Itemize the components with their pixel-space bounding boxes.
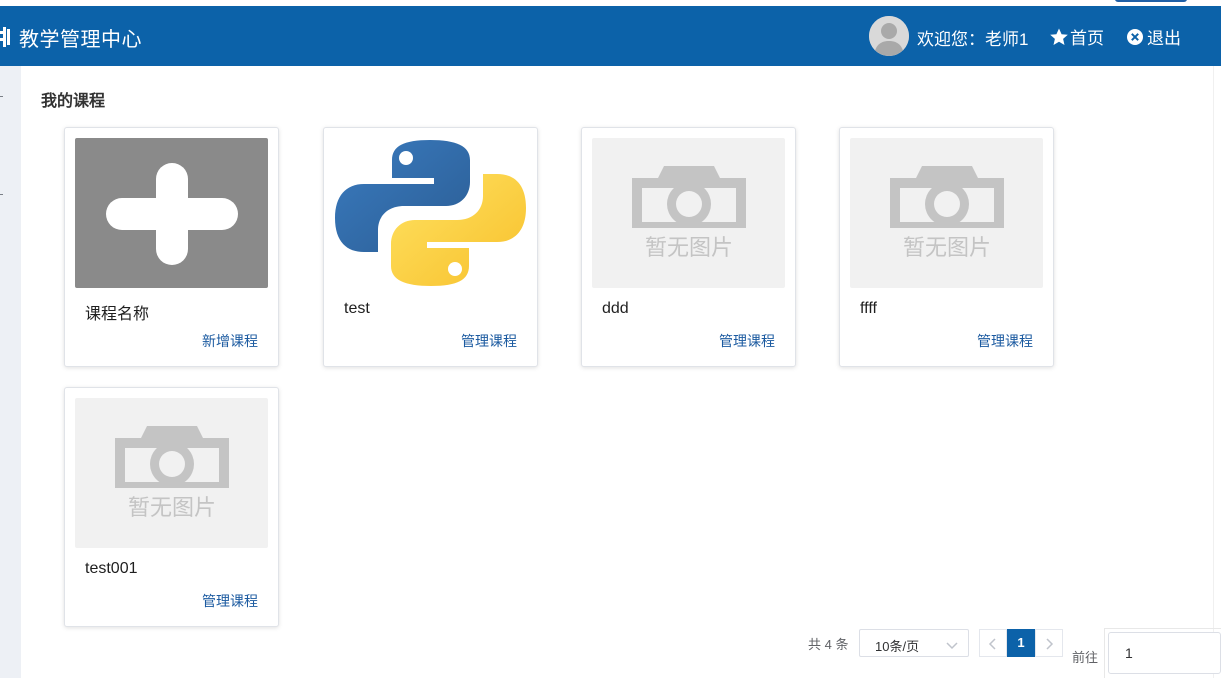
chevron-right-icon (1046, 638, 1054, 650)
section-title: 我的课程 (41, 93, 106, 110)
app-header: 教学管理中心 欢迎您：老师1 首页 退出 (0, 6, 1221, 66)
course-name: ddd (602, 300, 629, 317)
goto-page-input[interactable]: 1 (1108, 632, 1221, 674)
python-logo (334, 138, 527, 288)
course-card[interactable]: 暂无图片 ddd 管理课程 (581, 127, 796, 367)
home-label: 首页 (1070, 29, 1104, 48)
page-size-value: 10条/页 (875, 639, 920, 654)
no-image-placeholder: 暂无图片 (850, 138, 1043, 288)
page-number-current[interactable]: 1 (1007, 629, 1035, 657)
welcome-text: 欢迎您：老师1 (917, 30, 1029, 49)
course-card[interactable]: 暂无图片 test001 管理课程 (64, 387, 279, 627)
right-scroll-edge[interactable] (1213, 66, 1221, 678)
app-title: 教学管理中心 (19, 29, 142, 51)
next-page-button[interactable] (1035, 629, 1063, 657)
course-name: test (344, 300, 370, 317)
no-image-placeholder: 暂无图片 (592, 138, 785, 288)
manage-course-link[interactable]: 管理课程 (977, 331, 1033, 351)
logout-label: 退出 (1147, 29, 1181, 48)
chevron-down-icon (946, 642, 958, 650)
no-image-text: 暂无图片 (645, 236, 733, 261)
course-name: test001 (85, 560, 138, 577)
goto-label: 前往 (1072, 650, 1099, 665)
course-card-add[interactable]: 课程名称 新增课程 (64, 127, 279, 367)
course-card[interactable]: 暂无图片 ffff 管理课程 (839, 127, 1054, 367)
manage-course-link[interactable]: 管理课程 (719, 331, 775, 351)
no-image-placeholder: 暂无图片 (75, 398, 268, 548)
add-course-link[interactable]: 新增课程 (202, 331, 258, 351)
user-avatar-icon[interactable] (869, 16, 909, 56)
close-circle-icon (1126, 27, 1146, 47)
home-link[interactable]: 首页 (1049, 24, 1104, 49)
course-name: 课程名称 (85, 306, 150, 323)
logout-link[interactable]: 退出 (1126, 24, 1181, 49)
course-name: ffff (860, 300, 877, 317)
manage-course-link[interactable]: 管理课程 (202, 591, 258, 611)
chevron-left-icon (988, 638, 996, 650)
prev-page-button[interactable] (979, 629, 1007, 657)
course-card[interactable]: test 管理课程 (323, 127, 538, 367)
logo-icon (0, 25, 10, 49)
add-course-icon[interactable] (75, 138, 268, 288)
sidebar-collapsed[interactable] (0, 66, 21, 678)
no-image-text: 暂无图片 (903, 236, 991, 261)
top-scroll-pill (1115, 0, 1187, 2)
sidebar-marker (0, 96, 3, 97)
page-size-select[interactable]: 10条/页 (859, 629, 969, 657)
star-icon (1049, 27, 1069, 47)
sidebar-marker (0, 194, 3, 195)
pagination-total: 共 4 条 (808, 637, 849, 652)
manage-course-link[interactable]: 管理课程 (461, 331, 517, 351)
no-image-text: 暂无图片 (128, 496, 216, 521)
